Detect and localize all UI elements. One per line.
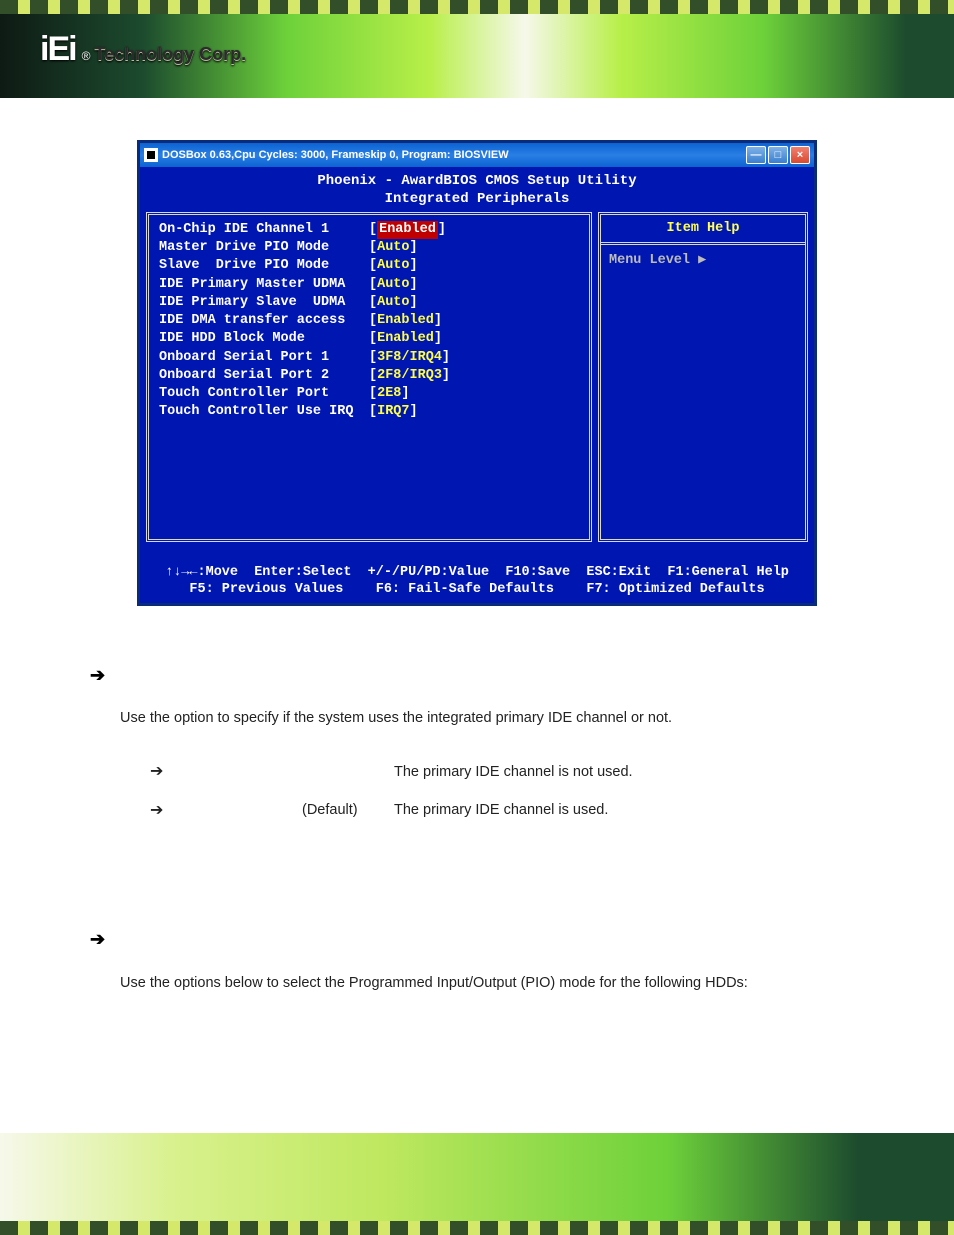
setting-value[interactable]: IRQ7 — [377, 403, 409, 421]
setting-value[interactable]: 2E8 — [377, 385, 401, 403]
setting-label: Master Drive PIO Mode — [159, 239, 369, 257]
setting-label: Slave Drive PIO Mode — [159, 257, 369, 275]
option-desc: The primary IDE channel is not used. — [394, 755, 864, 790]
bracket-open: [ — [369, 385, 377, 403]
setting-value[interactable]: 2F8/IRQ3 — [377, 367, 442, 385]
paragraph-1: Use the option to specify if the system … — [120, 703, 864, 735]
bios-help-panel: Item Help Menu Level ▶ — [598, 212, 808, 542]
window-titlebar: DOSBox 0.63,Cpu Cycles: 3000, Frameskip … — [140, 143, 814, 167]
bracket-close: ] — [401, 385, 409, 403]
setting-label: IDE DMA transfer access — [159, 312, 369, 330]
option-row-enabled: ➔ (Default) The primary IDE channel is u… — [150, 792, 864, 830]
para2-a: Use the — [120, 975, 174, 991]
setting-label: Touch Controller Port — [159, 385, 369, 403]
bios-setting-row[interactable]: Onboard Serial Port 1 [3F8/IRQ4] — [159, 349, 579, 367]
bios-setting-row[interactable]: Touch Controller Use IRQ [IRQ7] — [159, 403, 579, 421]
bios-footer-line-2: F5: Previous Values F6: Fail-Safe Defaul… — [189, 582, 764, 597]
window-title: DOSBox 0.63,Cpu Cycles: 3000, Frameskip … — [162, 149, 746, 161]
option-desc: The primary IDE channel is used. — [394, 793, 864, 828]
bracket-close: ] — [442, 349, 450, 367]
para1-b: option to specify if the system uses the… — [174, 710, 672, 726]
bios-title-line-1: Phoenix - AwardBIOS CMOS Setup Utility — [146, 173, 808, 191]
setting-value[interactable]: Auto — [377, 294, 409, 312]
setting-value[interactable]: Enabled — [377, 221, 438, 239]
setting-value[interactable]: Auto — [377, 257, 409, 275]
bullet-arrow-icon: ➔ — [90, 656, 105, 696]
bracket-close: ] — [410, 403, 418, 421]
minimize-button[interactable]: — — [746, 146, 766, 164]
help-body: Menu Level ▶ — [601, 245, 805, 539]
bracket-close: ] — [438, 221, 446, 239]
bracket-open: [ — [369, 349, 377, 367]
bottom-banner — [0, 1115, 954, 1235]
system-menu-icon[interactable] — [144, 148, 158, 162]
setting-label: IDE HDD Block Mode — [159, 330, 369, 348]
setting-label: Touch Controller Use IRQ — [159, 403, 369, 421]
bios-setting-row[interactable]: IDE DMA transfer access [Enabled] — [159, 312, 579, 330]
bracket-close: ] — [410, 276, 418, 294]
setting-label: IDE Primary Slave UDMA — [159, 294, 369, 312]
bios-setting-row[interactable]: On-Chip IDE Channel 1 [Enabled] — [159, 221, 579, 239]
bracket-open: [ — [369, 312, 377, 330]
bracket-open: [ — [369, 239, 377, 257]
option-default: (Default) — [302, 793, 372, 828]
bracket-close: ] — [442, 367, 450, 385]
bios-setting-row[interactable]: Touch Controller Port [2E8] — [159, 385, 579, 403]
document-body: ➔ Use the option to specify if the syste… — [70, 656, 884, 1000]
para2-b: options below to select the Programmed I… — [174, 975, 748, 991]
setting-value[interactable]: Enabled — [377, 330, 434, 348]
dosbox-window: DOSBox 0.63,Cpu Cycles: 3000, Frameskip … — [137, 140, 817, 606]
bios-setting-row[interactable]: Master Drive PIO Mode [Auto] — [159, 239, 579, 257]
setting-label: IDE Primary Master UDMA — [159, 276, 369, 294]
maximize-button[interactable]: □ — [768, 146, 788, 164]
bracket-open: [ — [369, 221, 377, 239]
paragraph-2: Use the options below to select the Prog… — [120, 968, 864, 1000]
bracket-open: [ — [369, 276, 377, 294]
bios-footer-line-1: ↑↓→←:Move Enter:Select +/-/PU/PD:Value F… — [165, 565, 789, 580]
bios-screen: Phoenix - AwardBIOS CMOS Setup Utility I… — [140, 167, 814, 603]
bracket-close: ] — [434, 330, 442, 348]
bracket-close: ] — [410, 239, 418, 257]
bracket-close: ] — [434, 312, 442, 330]
bracket-open: [ — [369, 294, 377, 312]
para1-a: Use the — [120, 710, 174, 726]
bracket-open: [ — [369, 330, 377, 348]
setting-value[interactable]: Auto — [377, 239, 409, 257]
bracket-close: ] — [410, 294, 418, 312]
setting-value[interactable]: Enabled — [377, 312, 434, 330]
bios-setting-row[interactable]: IDE Primary Slave UDMA [Auto] — [159, 294, 579, 312]
setting-label: Onboard Serial Port 1 — [159, 349, 369, 367]
bracket-open: [ — [369, 257, 377, 275]
bios-settings-panel[interactable]: On-Chip IDE Channel 1 [Enabled]Master Dr… — [146, 212, 592, 542]
bios-setting-row[interactable]: IDE Primary Master UDMA [Auto] — [159, 276, 579, 294]
setting-value[interactable]: Auto — [377, 276, 409, 294]
bracket-open: [ — [369, 367, 377, 385]
bracket-open: [ — [369, 403, 377, 421]
setting-value[interactable]: 3F8/IRQ4 — [377, 349, 442, 367]
setting-label: Onboard Serial Port 2 — [159, 367, 369, 385]
bios-setting-row[interactable]: Onboard Serial Port 2 [2F8/IRQ3] — [159, 367, 579, 385]
bracket-close: ] — [410, 257, 418, 275]
bullet-arrow-icon: ➔ — [150, 753, 168, 791]
option-row-disabled: ➔ The primary IDE channel is not used. — [150, 753, 864, 791]
bullet-arrow-icon: ➔ — [90, 920, 105, 960]
bios-setting-row[interactable]: IDE HDD Block Mode [Enabled] — [159, 330, 579, 348]
bullet-arrow-icon: ➔ — [150, 792, 168, 830]
help-title: Item Help — [601, 215, 805, 245]
setting-label: On-Chip IDE Channel 1 — [159, 221, 369, 239]
bios-setting-row[interactable]: Slave Drive PIO Mode [Auto] — [159, 257, 579, 275]
bios-title-line-2: Integrated Peripherals — [146, 191, 808, 209]
close-button[interactable]: × — [790, 146, 810, 164]
